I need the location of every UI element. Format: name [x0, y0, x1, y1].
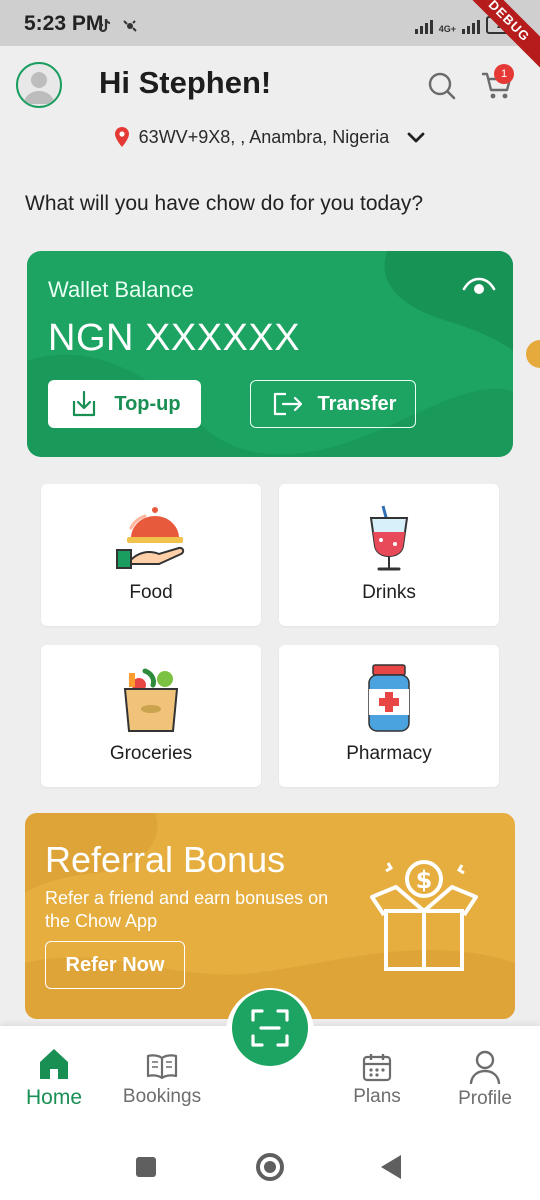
category-food[interactable]: Food [41, 484, 261, 626]
wallet-amount: NGN XXXXXX [48, 317, 301, 359]
sync-icon [122, 18, 138, 39]
nav-home[interactable]: Home [20, 1046, 88, 1110]
search-button[interactable] [426, 70, 458, 102]
category-groceries[interactable]: Groceries [41, 645, 261, 787]
recent-apps-icon[interactable] [136, 1157, 156, 1177]
toggle-balance-button[interactable] [462, 275, 496, 299]
wallet-title: Wallet Balance [48, 277, 194, 302]
category-label: Drinks [362, 582, 416, 603]
nav-profile[interactable]: Profile [452, 1050, 518, 1110]
refer-now-button[interactable]: Refer Now [45, 941, 185, 989]
topup-label: Top-up [114, 392, 181, 415]
nav-plans[interactable]: Plans [344, 1052, 410, 1108]
wallet-card: Wallet Balance NGN XXXXXX Top-up Transfe… [27, 251, 513, 457]
referral-title: Referral Bonus [45, 839, 286, 880]
nav-label: Plans [353, 1086, 401, 1107]
cart-badge: 1 [494, 64, 514, 84]
home-icon [40, 1049, 68, 1079]
category-label: Pharmacy [346, 743, 432, 764]
svg-text:$: $ [416, 866, 433, 894]
location-pin-icon [114, 127, 129, 147]
nav-label: Profile [458, 1088, 512, 1109]
referral-text: Refer a friend and earn bonuses on the C… [45, 888, 329, 931]
nav-bookings[interactable]: Bookings [116, 1052, 208, 1108]
scan-button[interactable] [232, 990, 308, 1066]
chevron-down-icon [407, 132, 425, 143]
tiktok-icon [96, 17, 114, 40]
calendar-icon [362, 1054, 392, 1082]
grocery-bag-icon [123, 668, 179, 732]
medicine-bottle-icon [368, 664, 410, 732]
category-drinks[interactable]: Drinks [279, 484, 499, 626]
eye-icon [462, 277, 496, 294]
status-time: 5:23 PM [24, 12, 104, 35]
network-label: 4G+ [438, 24, 456, 34]
transfer-label: Transfer [317, 392, 397, 415]
system-home-icon[interactable] [256, 1153, 284, 1181]
signal-icon [414, 18, 433, 34]
avatar-icon [23, 72, 55, 104]
back-icon[interactable] [381, 1155, 401, 1179]
topup-button[interactable]: Top-up [48, 380, 201, 428]
avatar[interactable] [16, 62, 62, 108]
exit-arrow-icon [273, 392, 302, 416]
greeting: Hi Stephen! [99, 65, 272, 100]
floating-handle[interactable] [526, 340, 540, 368]
location-selector[interactable]: 63WV+9X8, , Anambra, Nigeria [0, 126, 540, 148]
nav-label: Home [25, 1086, 83, 1109]
scan-icon [251, 1009, 289, 1047]
category-label: Groceries [109, 743, 193, 764]
prompt-text: What will you have chow do for you today… [25, 192, 424, 215]
signal-icon-2 [462, 18, 480, 34]
download-icon [73, 390, 96, 417]
food-platter-icon [116, 507, 185, 569]
transfer-button[interactable]: Transfer [250, 380, 416, 428]
book-icon [146, 1054, 178, 1080]
nav-label: Bookings [122, 1086, 202, 1107]
gift-coin-icon: $ [370, 860, 478, 971]
category-label: Food [129, 582, 173, 603]
cocktail-icon [369, 505, 409, 571]
location-text: 63WV+9X8, , Anambra, Nigeria [138, 126, 390, 147]
person-icon [469, 1050, 501, 1084]
search-icon [428, 72, 456, 100]
category-pharmacy[interactable]: Pharmacy [279, 645, 499, 787]
